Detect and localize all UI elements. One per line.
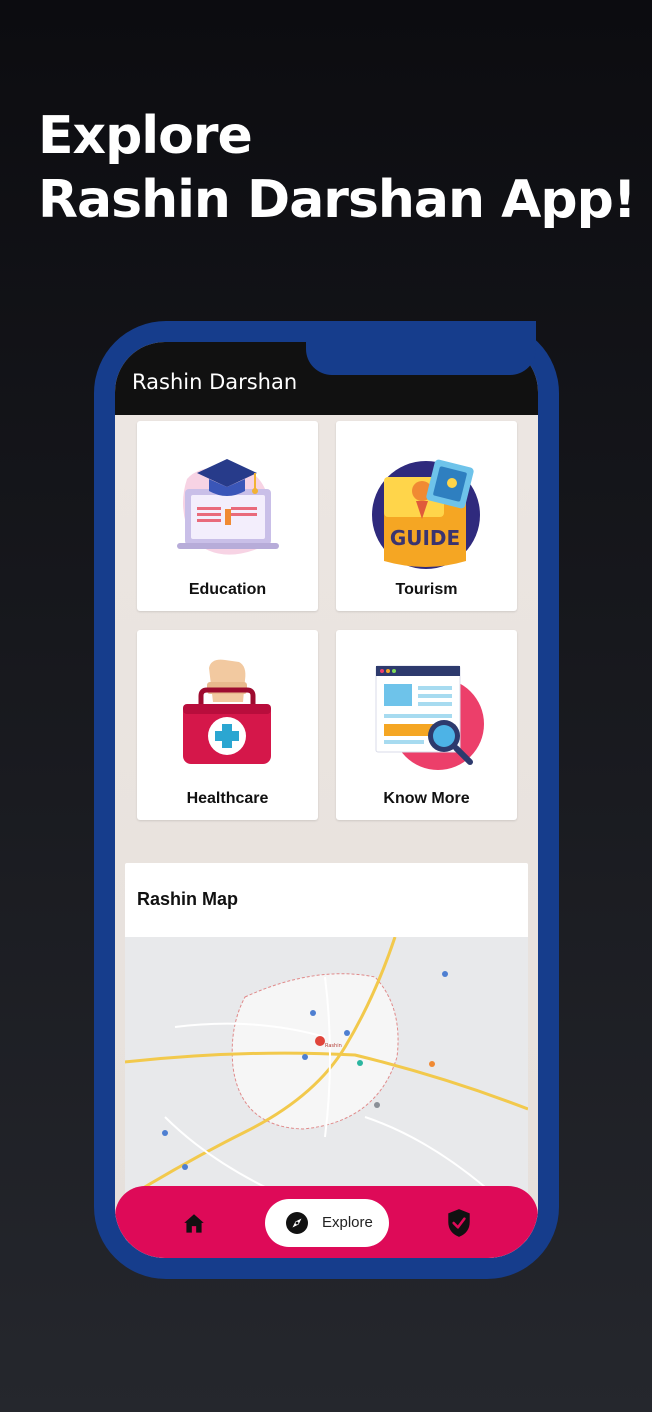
shield-icon[interactable] [446, 1208, 472, 1238]
nav-explore-button[interactable]: Explore [265, 1199, 389, 1247]
main-content: Education GUIDE Tourism Healthcare Know … [115, 415, 538, 1258]
map-center-label: Rashin [325, 1043, 342, 1049]
compass-icon [286, 1212, 308, 1234]
bottom-navigation: Explore [115, 1186, 538, 1258]
phone-frame: Rashin Darshan Education GUIDE Tourism H… [94, 321, 559, 1279]
category-label: Healthcare [186, 790, 269, 807]
category-label: Know More [383, 790, 470, 807]
phone-screen: Rashin Darshan Education GUIDE Tourism H… [115, 342, 538, 1258]
search-document-icon [375, 665, 484, 770]
category-card-healthcare[interactable]: Healthcare [137, 630, 318, 820]
category-label: Education [188, 581, 267, 598]
map-title: Rashin Map [137, 889, 239, 909]
home-icon[interactable] [181, 1211, 207, 1237]
app-title: Rashin Darshan [132, 370, 298, 394]
promo-headline: Explore Rashin Darshan App! [38, 104, 637, 232]
headline-line-1: Explore [38, 106, 253, 166]
tourism-guide-icon: GUIDE [372, 459, 480, 569]
phone-notch [306, 321, 536, 375]
svg-text:GUIDE: GUIDE [390, 526, 460, 550]
category-card-know-more[interactable]: Know More [336, 630, 517, 820]
medical-kit-icon [183, 659, 271, 764]
education-icon [177, 459, 279, 555]
category-card-tourism[interactable]: GUIDE Tourism [336, 421, 517, 611]
nav-explore-label: Explore [322, 1214, 373, 1231]
category-card-education[interactable]: Education [137, 421, 318, 611]
category-label: Tourism [395, 581, 458, 598]
headline-line-2: Rashin Darshan App! [38, 170, 637, 230]
